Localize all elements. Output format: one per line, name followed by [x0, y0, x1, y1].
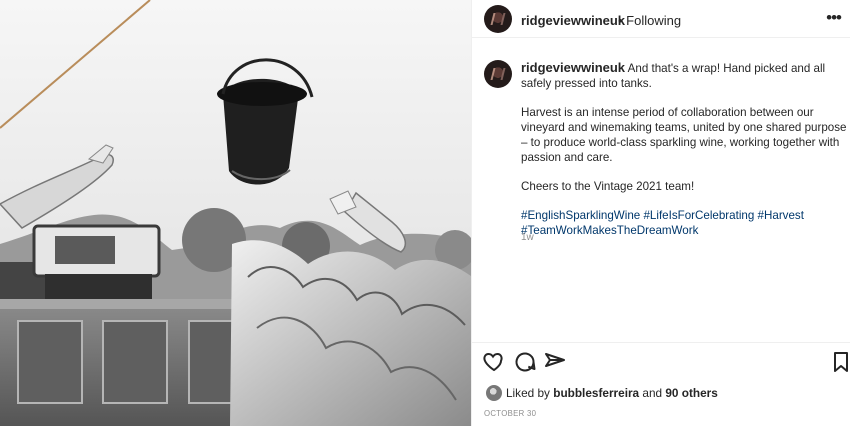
caption-first-paragraph: ridgeviewwineuk And that's a wrap! Hand … [521, 60, 847, 91]
share-icon[interactable] [543, 350, 567, 374]
post-date[interactable]: OCTOBER 30 [484, 409, 536, 418]
hashtag-life-is-for-celebrating[interactable]: #LifeIsForCelebrating [643, 209, 754, 222]
heart-icon[interactable] [482, 350, 506, 374]
more-options-icon[interactable]: ••• [826, 8, 842, 28]
likes-text: Liked by bubblesferreira and 90 others [506, 386, 718, 400]
vineyard-photo-illustration [0, 0, 471, 426]
hashtag-english-sparkling-wine[interactable]: #EnglishSparklingWine [521, 209, 640, 222]
post-age[interactable]: 1w [521, 232, 534, 243]
hashtag-teamwork[interactable]: #TeamWorkMakesTheDreamWork [521, 224, 698, 237]
profile-avatar[interactable] [484, 5, 512, 33]
likes-count[interactable]: 90 others [665, 386, 717, 400]
post-caption: ridgeviewwineuk And that's a wrap! Hand … [521, 60, 847, 252]
caption-username[interactable]: ridgeviewwineuk [521, 60, 625, 75]
post-header: ridgeviewwineuk • Following ••• [472, 0, 850, 38]
caption-closing-line: Cheers to the Vintage 2021 team! [521, 180, 695, 193]
liked-by-prefix: Liked by [506, 386, 550, 400]
post-actions [472, 342, 850, 382]
header-username[interactable]: ridgeviewwineuk [521, 13, 625, 28]
post-details-panel: ridgeviewwineuk • Following ••• ridgevie… [471, 0, 850, 426]
comment-icon[interactable] [513, 350, 537, 374]
liked-by-connector: and [642, 386, 663, 400]
instagram-post: ridgeviewwineuk • Following ••• ridgevie… [0, 0, 850, 426]
hashtag-list: #EnglishSparklingWine #LifeIsForCelebrat… [521, 208, 847, 238]
liked-by-avatar[interactable] [486, 385, 502, 401]
follow-separator: • [618, 13, 627, 28]
likes-summary[interactable]: Liked by bubblesferreira and 90 others [484, 383, 844, 403]
follow-status-label: Following [626, 13, 682, 28]
caption-paragraph: Harvest is an intense period of collabor… [521, 106, 847, 164]
follow-status[interactable]: • Following [618, 13, 681, 28]
caption-avatar[interactable] [484, 60, 512, 88]
post-photo[interactable] [0, 0, 471, 426]
bookmark-icon[interactable] [829, 350, 850, 374]
hashtag-harvest[interactable]: #Harvest [758, 209, 804, 222]
liked-by-user[interactable]: bubblesferreira [553, 386, 639, 400]
